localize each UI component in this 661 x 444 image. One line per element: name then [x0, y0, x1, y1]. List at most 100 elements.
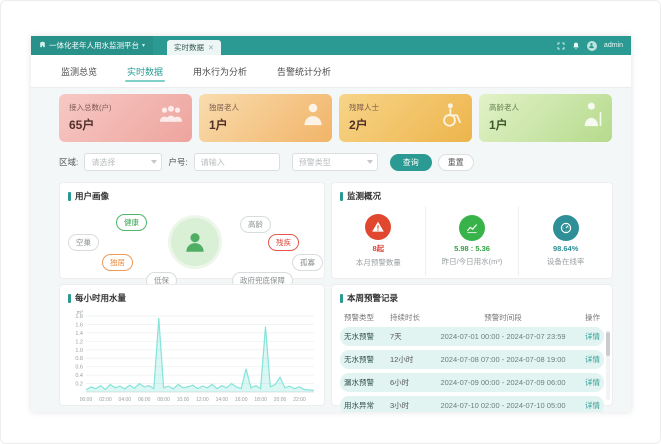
stat-card-living-alone[interactable]: 独居老人 1户: [199, 94, 332, 142]
stat-monthly-alerts[interactable]: 8起 本月预警数量: [332, 206, 426, 276]
svg-text:1.0: 1.0: [75, 348, 83, 354]
table-row[interactable]: 漏水预警6小时2024-07-09 00:00 - 2024-07-09 06:…: [340, 373, 604, 392]
col-header-action: 操作: [574, 312, 600, 323]
household-input-wrap: [194, 153, 280, 171]
stat-card-disabled[interactable]: 残障人士 2户: [339, 94, 472, 142]
username[interactable]: admin: [604, 42, 623, 49]
persona-tag[interactable]: 孤寡: [292, 254, 323, 271]
table-body: 无水预警7天2024-07-01 00:00 - 2024-07-07 23:5…: [340, 327, 604, 412]
bell-icon[interactable]: [572, 42, 580, 50]
app-header: 一体化老年人用水监测平台 ▾ 实时数据 ✕ admin: [31, 36, 631, 55]
building-icon: [39, 41, 46, 50]
svg-text:14:00: 14:00: [216, 397, 229, 403]
cell-period: 2024-07-08 07:00 - 2024-07-08 19:00: [432, 355, 574, 364]
search-button[interactable]: 查询: [390, 154, 432, 171]
stat-label: 昨日/今日用水(m³): [442, 256, 503, 267]
table-row[interactable]: 无水预警12小时2024-07-08 07:00 - 2024-07-08 19…: [340, 350, 604, 369]
gauge-icon: [553, 215, 579, 241]
persona-tag[interactable]: 残疾: [268, 234, 299, 251]
trend-chart-icon: [459, 215, 485, 241]
household-input[interactable]: [201, 158, 265, 167]
table-row[interactable]: 用水异常3小时2024-07-10 02:00 - 2024-07-10 05:…: [340, 396, 604, 412]
svg-text:0.2: 0.2: [75, 382, 83, 388]
fullscreen-icon[interactable]: [557, 42, 565, 50]
title-accent-bar: [68, 192, 71, 201]
cell-duration: 3小时: [390, 400, 432, 411]
svg-text:1.4: 1.4: [75, 331, 83, 337]
screenshot-canvas: 一体化老年人用水监测平台 ▾ 实时数据 ✕ admin 监测总览 实时数据 用水…: [0, 0, 661, 444]
cell-type: 无水预警: [344, 354, 390, 365]
persona-panel: 用户画像 空巢 健康 独居 低保 高龄 残疾 孤寡 政府兜底保障: [59, 182, 325, 279]
alarm-triangle-icon: [365, 214, 391, 240]
chart-panel-title: 每小时用水量: [60, 285, 324, 308]
region-filter-label: 区域:: [59, 156, 78, 168]
avatar[interactable]: [587, 41, 597, 51]
table-row[interactable]: 无水预警7天2024-07-01 00:00 - 2024-07-07 23:5…: [340, 327, 604, 346]
col-header-type: 预警类型: [344, 312, 390, 323]
svg-text:0.6: 0.6: [75, 365, 83, 371]
detail-link[interactable]: 详情: [574, 331, 600, 342]
stat-card-elderly[interactable]: 高龄老人 1户: [479, 94, 612, 142]
svg-text:18:00: 18:00: [254, 397, 267, 403]
app-title: 一体化老年人用水监测平台: [49, 40, 139, 51]
chart-title-text: 每小时用水量: [75, 292, 126, 304]
col-header-period: 预警时间段: [432, 312, 574, 323]
svg-text:08:00: 08:00: [157, 397, 170, 403]
wheelchair-icon: [440, 102, 464, 132]
stat-device-online-rate[interactable]: 98.64% 设备在线率: [519, 206, 612, 276]
cell-type: 用水异常: [344, 400, 390, 411]
svg-text:12:00: 12:00: [196, 397, 209, 403]
svg-text:06:00: 06:00: [138, 397, 151, 403]
nav-item-overview[interactable]: 监测总览: [59, 55, 99, 88]
stat-cards-row: 接入总数(户) 65户 独居老人 1户 残障人士 2户: [59, 94, 613, 142]
persona-tag[interactable]: 高龄: [240, 216, 271, 233]
stat-value: 8起: [373, 243, 385, 254]
stat-water-usage-compare[interactable]: 5.98 : 5.36 昨日/今日用水(m³): [426, 206, 520, 276]
header-actions: admin: [557, 41, 631, 51]
monitor-summary-body: 8起 本月预警数量 5.98 : 5.36 昨日/今日用水(m³) 98.64%…: [332, 206, 612, 276]
alert-type-select[interactable]: 预警类型: [292, 153, 378, 171]
stat-label: 设备在线率: [547, 256, 585, 267]
detail-link[interactable]: 详情: [574, 400, 600, 411]
stat-label: 本月预警数量: [356, 257, 401, 268]
persona-tag[interactable]: 独居: [102, 254, 133, 271]
persona-title-text: 用户画像: [75, 190, 109, 202]
detail-link[interactable]: 详情: [574, 354, 600, 365]
svg-text:10:00: 10:00: [177, 397, 190, 403]
svg-text:04:00: 04:00: [119, 397, 132, 403]
cell-duration: 6小时: [390, 377, 432, 388]
stat-card-total-households[interactable]: 接入总数(户) 65户: [59, 94, 192, 142]
chevron-down-icon: ▾: [142, 42, 145, 49]
weekly-alerts-panel: 本周预警记录 预警类型 持续时长 预警时间段 操作 无水预警7天2024-07-…: [331, 284, 613, 406]
cell-duration: 12小时: [390, 354, 432, 365]
nav-item-realtime-active[interactable]: 实时数据: [125, 55, 165, 88]
detail-link[interactable]: 详情: [574, 377, 600, 388]
region-select[interactable]: 请选择: [84, 153, 162, 171]
cell-period: 2024-07-09 00:00 - 2024-07-09 06:00: [432, 378, 574, 387]
table-scrollbar[interactable]: [606, 330, 610, 400]
app-window: 一体化老年人用水监测平台 ▾ 实时数据 ✕ admin 监测总览 实时数据 用水…: [31, 36, 631, 412]
persona-tag[interactable]: 健康: [116, 214, 147, 231]
reset-button[interactable]: 重置: [438, 154, 474, 171]
table-header-row: 预警类型 持续时长 预警时间段 操作: [340, 310, 604, 327]
svg-text:0.8: 0.8: [75, 356, 83, 362]
svg-text:16:00: 16:00: [235, 397, 248, 403]
persona-avatar: [171, 218, 219, 266]
close-icon[interactable]: ✕: [208, 44, 214, 52]
hourly-usage-chart[interactable]: 0.20.40.60.81.01.21.41.61.8m³00:0002:000…: [60, 308, 324, 411]
chevron-down-icon: [367, 160, 373, 164]
scrollbar-thumb[interactable]: [606, 332, 610, 356]
nav-item-behavior-analysis[interactable]: 用水行为分析: [191, 55, 249, 88]
open-tab-label: 实时数据: [174, 42, 204, 53]
nav-item-alert-analysis[interactable]: 告警统计分析: [275, 55, 333, 88]
app-title-area[interactable]: 一体化老年人用水监测平台 ▾: [31, 36, 153, 55]
monitor-summary-title: 监测概况: [332, 183, 612, 206]
cell-duration: 7天: [390, 331, 432, 342]
area-chart-svg: 0.20.40.60.81.01.21.41.61.8m³00:0002:000…: [66, 308, 318, 406]
persona-tag[interactable]: 空巢: [68, 234, 99, 251]
monitor-summary-title-text: 监测概况: [347, 190, 381, 202]
stat-value: 5.98 : 5.36: [454, 244, 490, 253]
title-accent-bar: [340, 294, 343, 303]
title-accent-bar: [68, 294, 71, 303]
open-tab-realtime[interactable]: 实时数据 ✕: [167, 40, 221, 55]
